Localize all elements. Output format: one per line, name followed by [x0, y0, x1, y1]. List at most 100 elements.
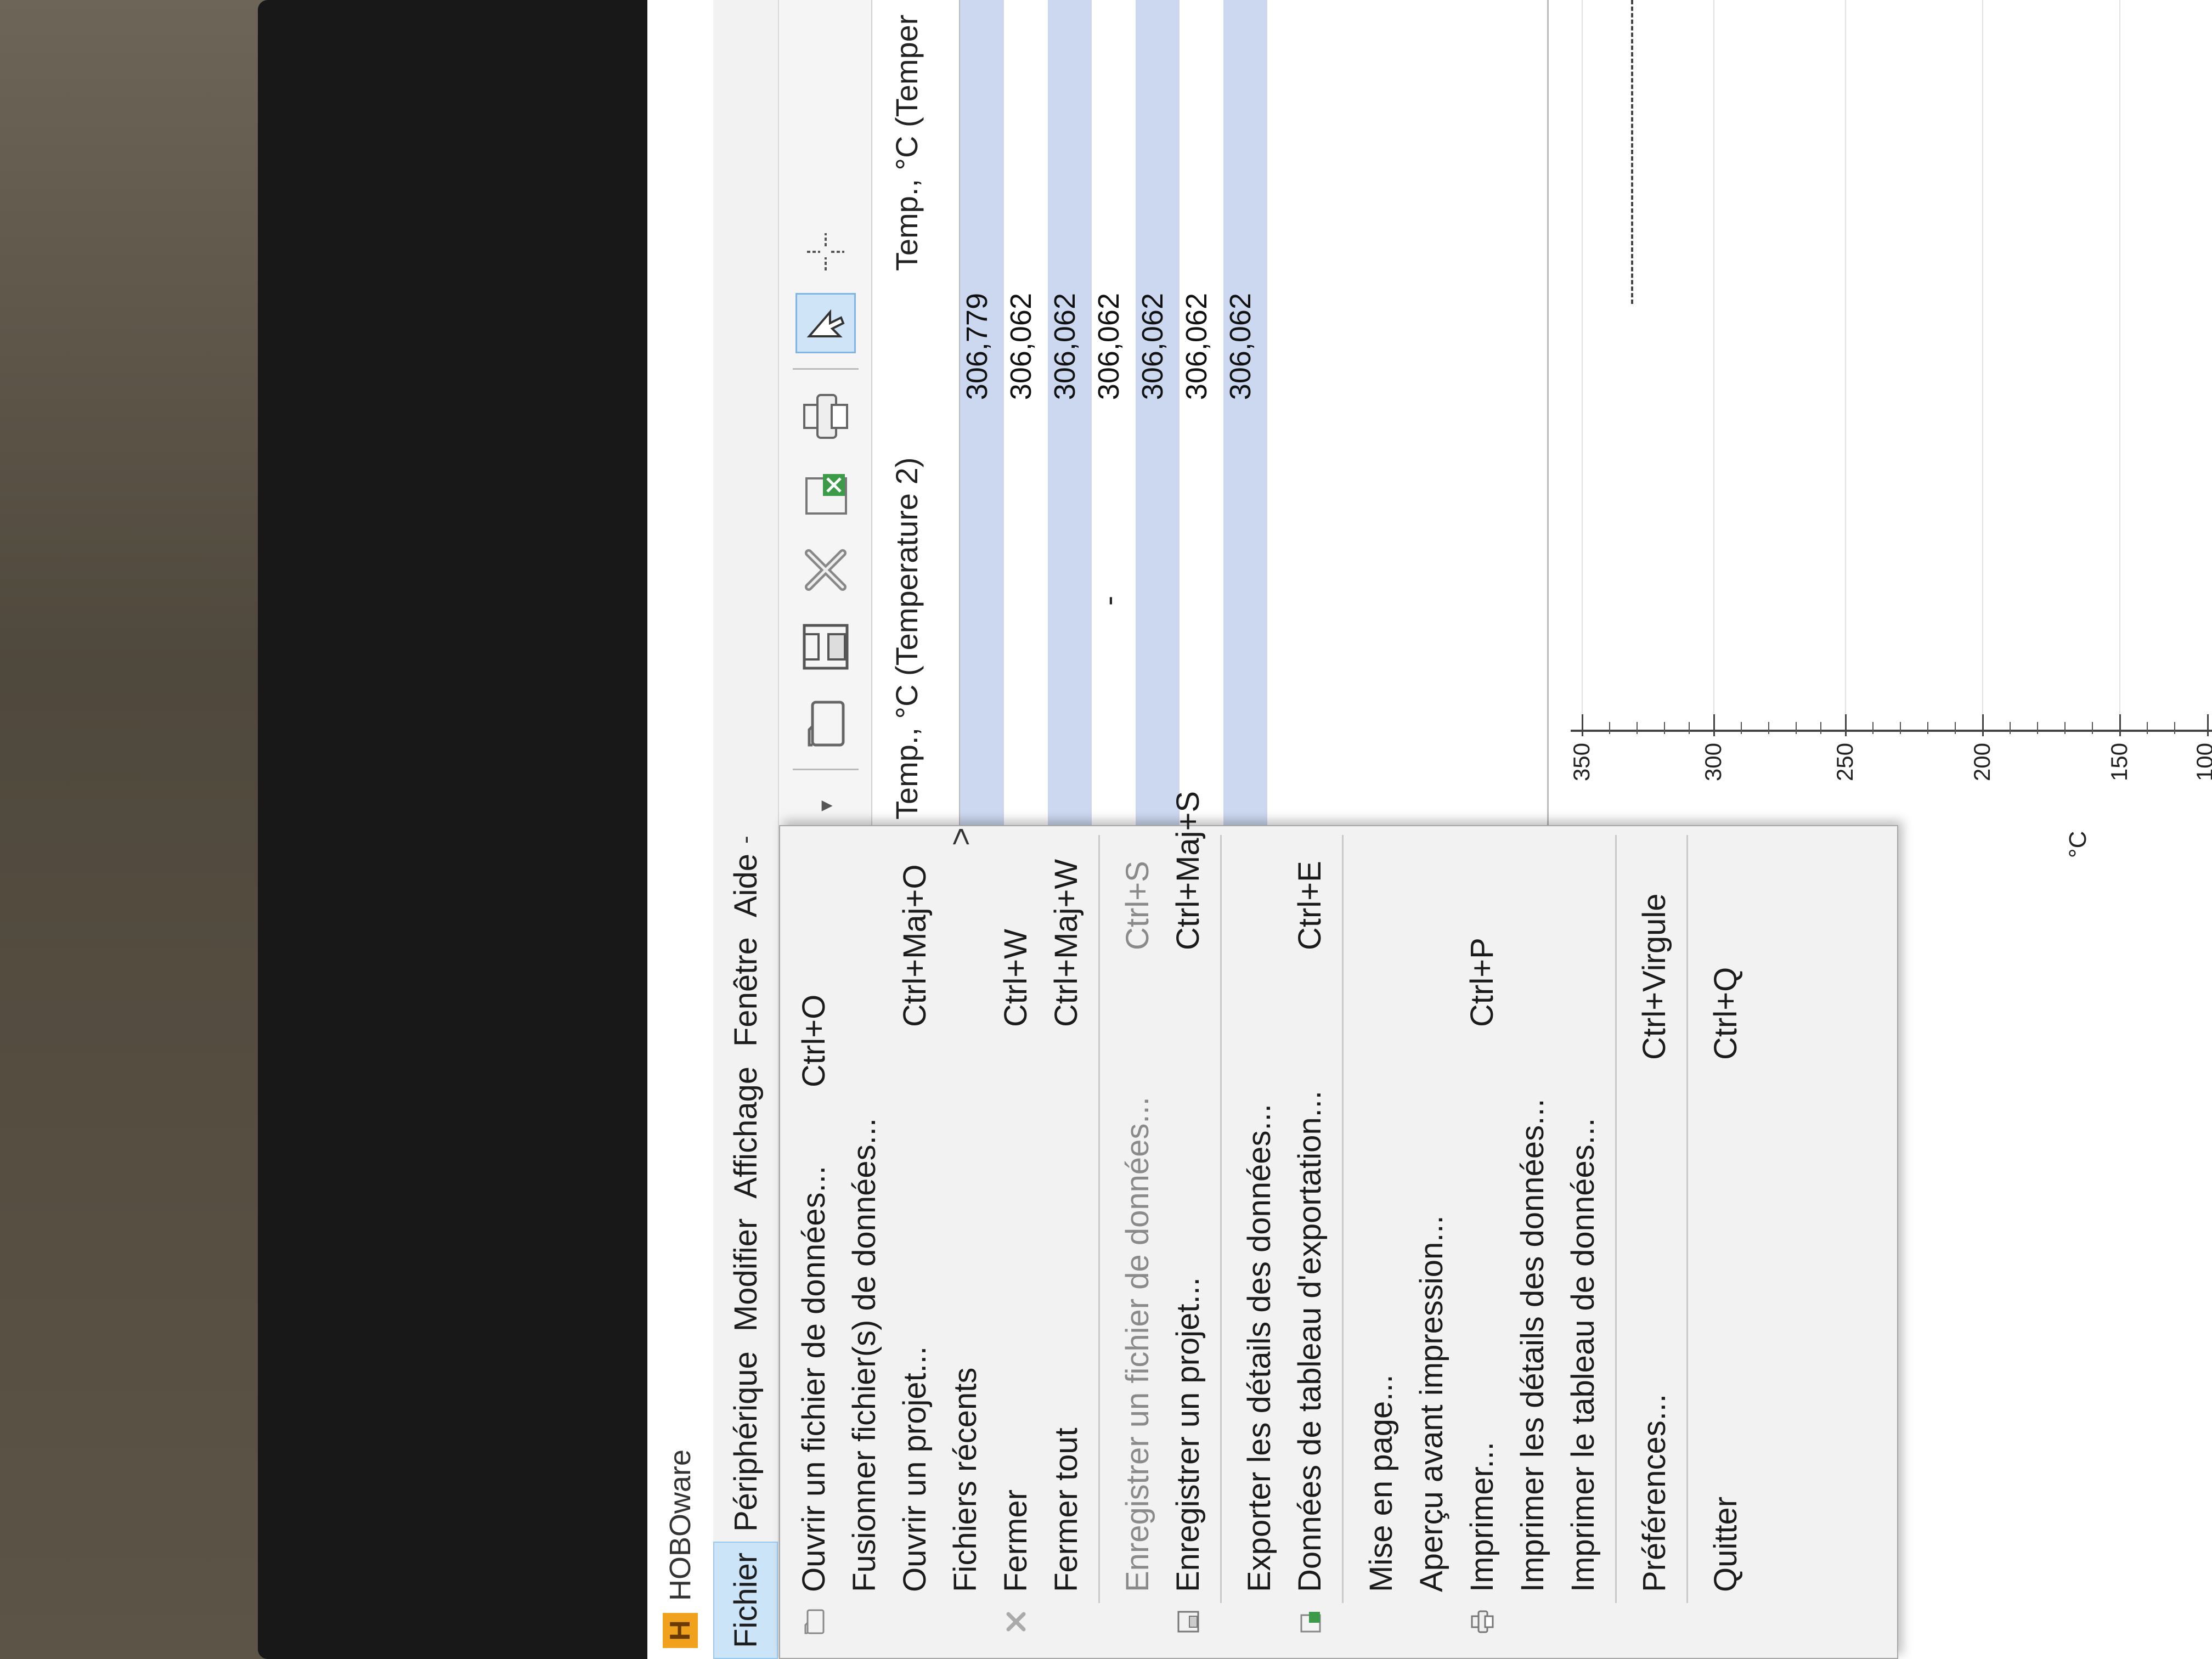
file-menu-dropdown: Ouvrir un fichier de données... Ctrl+O F… — [779, 791, 1898, 1659]
menu-item-label: Données de tableau d'exportation... — [1292, 1091, 1328, 1592]
table-row[interactable]: 306,062 — [1180, 0, 1223, 825]
gridline — [1982, 0, 1983, 720]
menu-item-shortcut: Ctrl+Virgule — [1637, 893, 1672, 1060]
table-cell: 306,062 — [1048, 293, 1081, 400]
pointer-tool-icon[interactable] — [795, 293, 856, 353]
toolbar: ▾ — [779, 0, 872, 836]
menu-item-print-data-table[interactable]: Imprimer le tableau de données... — [1555, 824, 1610, 1658]
y-tick-label: 200 — [1969, 742, 1995, 782]
table-row[interactable]: 306,062 — [1004, 0, 1048, 825]
y-minor-tick — [1741, 722, 1742, 734]
table-cell: 306,062 — [1136, 293, 1169, 400]
dashed-reference-line — [1631, 0, 1633, 304]
menu-peripherique[interactable]: Périphérique — [713, 1341, 778, 1542]
menu-item-close-all[interactable]: Fermer tout Ctrl+Maj+W — [1038, 824, 1093, 1658]
table-row[interactable]: 306,062 — [1223, 0, 1267, 825]
menu-item-label: Fichiers récents — [947, 1367, 983, 1592]
table-header: Temp., °C (Temperature 2) Temp., °C (Tem… — [872, 0, 960, 825]
menu-item-merge-data-files[interactable]: Fusionner fichier(s) de données... — [836, 824, 891, 1658]
toolbar-separator — [793, 368, 859, 370]
table-cell: 306,062 — [1180, 293, 1213, 400]
hoboware-logo-icon: H — [663, 1613, 698, 1648]
menu-item-label: Quitter — [1708, 1496, 1743, 1592]
menu-item-label: Fusionner fichier(s) de données... — [847, 1118, 882, 1592]
menu-item-label: Ouvrir un fichier de données... — [796, 1166, 832, 1592]
menu-item-open-data-file[interactable]: Ouvrir un fichier de données... Ctrl+O — [786, 824, 840, 1658]
menu-item-shortcut: Ctrl+Maj+S — [1170, 791, 1206, 950]
table-row[interactable]: - 306,062 — [1092, 0, 1136, 825]
y-axis-unit: °C — [2064, 831, 2091, 858]
menu-item-page-setup[interactable]: Mise en page... — [1353, 824, 1408, 1658]
menu-item-label: Préférences... — [1637, 1393, 1672, 1592]
menu-item-recent-files[interactable]: Fichiers récents > — [937, 824, 992, 1658]
y-tick-label: 350 — [1568, 742, 1594, 782]
menu-item-label: Fermer — [998, 1489, 1034, 1592]
table-row[interactable]: 306,062 — [1048, 0, 1092, 825]
menu-item-label: Ouvrir un projet... — [897, 1346, 933, 1592]
title-bar: H HOBOware — [647, 0, 713, 1659]
y-tick — [1582, 714, 1583, 736]
menu-item-export-table-data[interactable]: Données de tableau d'exportation... Ctrl… — [1282, 824, 1336, 1658]
menu-item-save-data-file[interactable]: Enregistrer un fichier de données... Ctr… — [1109, 824, 1164, 1658]
y-tick — [2119, 714, 2121, 736]
menu-item-label: Imprimer... — [1464, 1442, 1500, 1592]
crosshair-icon[interactable] — [795, 222, 856, 282]
y-tick-label: 100 — [2192, 742, 2212, 782]
export-excel-icon[interactable] — [795, 463, 856, 523]
gridline — [1582, 0, 1583, 720]
menu-bar: Fichier Périphérique Modifier Affichage … — [713, 0, 779, 1659]
close-x-icon — [1002, 1607, 1030, 1636]
menu-item-export-data-details[interactable]: Exporter les détails des données... — [1231, 824, 1286, 1658]
menu-item-print-data-details[interactable]: Imprimer les détails des données... — [1504, 824, 1559, 1658]
y-axis — [1571, 730, 2212, 732]
table-row[interactable]: 306,779 — [960, 0, 1004, 825]
export-table-icon — [1296, 1607, 1324, 1636]
y-minor-tick — [1664, 722, 1665, 734]
menu-item-open-project[interactable]: Ouvrir un projet... Ctrl+Maj+O — [887, 824, 941, 1658]
menu-item-shortcut: Ctrl+P — [1464, 938, 1500, 1027]
gridline — [1713, 0, 1714, 720]
menu-item-label: Exporter les détails des données... — [1242, 1104, 1277, 1592]
menu-item-close[interactable]: Fermer Ctrl+W — [988, 824, 1042, 1658]
y-minor-tick — [2064, 722, 2066, 734]
menu-item-print[interactable]: Imprimer... Ctrl+P — [1454, 824, 1509, 1658]
menu-item-shortcut: Ctrl+S — [1120, 861, 1155, 950]
menu-item-print-preview[interactable]: Aperçu avant impression... — [1403, 824, 1458, 1658]
menu-fenetre[interactable]: Fenêtre — [713, 927, 778, 1057]
menu-item-label: Mise en page... — [1363, 1374, 1399, 1592]
y-tick — [1982, 714, 1984, 736]
open-folder-icon[interactable] — [795, 693, 856, 754]
column-header-temp3[interactable]: Temp., °C (Temper — [889, 15, 924, 271]
save-icon[interactable] — [795, 617, 856, 677]
menu-affichage[interactable]: Affichage — [713, 1057, 778, 1209]
menu-item-preferences[interactable]: Préférences... Ctrl+Virgule — [1626, 824, 1681, 1658]
y-tick — [2207, 714, 2209, 736]
folder-icon — [800, 1607, 828, 1636]
menu-modifier[interactable]: Modifier — [713, 1209, 778, 1341]
menu-fichier[interactable]: Fichier — [713, 1541, 778, 1659]
menu-aide[interactable]: Aide — [713, 844, 778, 927]
y-tick — [1713, 714, 1715, 736]
menu-item-quit[interactable]: Quitter Ctrl+Q — [1697, 824, 1752, 1658]
menu-item-shortcut: Ctrl+Q — [1708, 967, 1743, 1060]
table-cell: 306,062 — [1005, 293, 1037, 400]
menu-item-shortcut: Ctrl+O — [796, 994, 832, 1087]
menu-item-save-project[interactable]: Enregistrer un projet... Ctrl+Maj+S — [1160, 791, 1215, 1658]
close-x-icon[interactable] — [795, 540, 856, 600]
menu-separator — [1220, 835, 1222, 1603]
print-icon[interactable] — [795, 386, 856, 447]
y-minor-tick — [2037, 722, 2038, 734]
column-header-temp2[interactable]: Temp., °C (Temperature 2) — [889, 458, 924, 820]
menu-separator — [1098, 835, 1100, 1603]
y-minor-tick — [1689, 722, 1690, 734]
y-minor-tick — [2010, 722, 2011, 734]
menu-item-label: Enregistrer un projet... — [1170, 1277, 1206, 1592]
y-minor-tick — [1872, 722, 1874, 734]
y-minor-tick — [1820, 722, 1821, 734]
table-cell: 306,779 — [961, 293, 994, 400]
table-row[interactable]: 306,062 — [1136, 0, 1180, 825]
save-project-icon — [1174, 1607, 1203, 1636]
printer-icon — [1468, 1607, 1497, 1636]
menu-item-shortcut: Ctrl+W — [998, 929, 1034, 1027]
y-minor-tick — [1768, 722, 1769, 734]
